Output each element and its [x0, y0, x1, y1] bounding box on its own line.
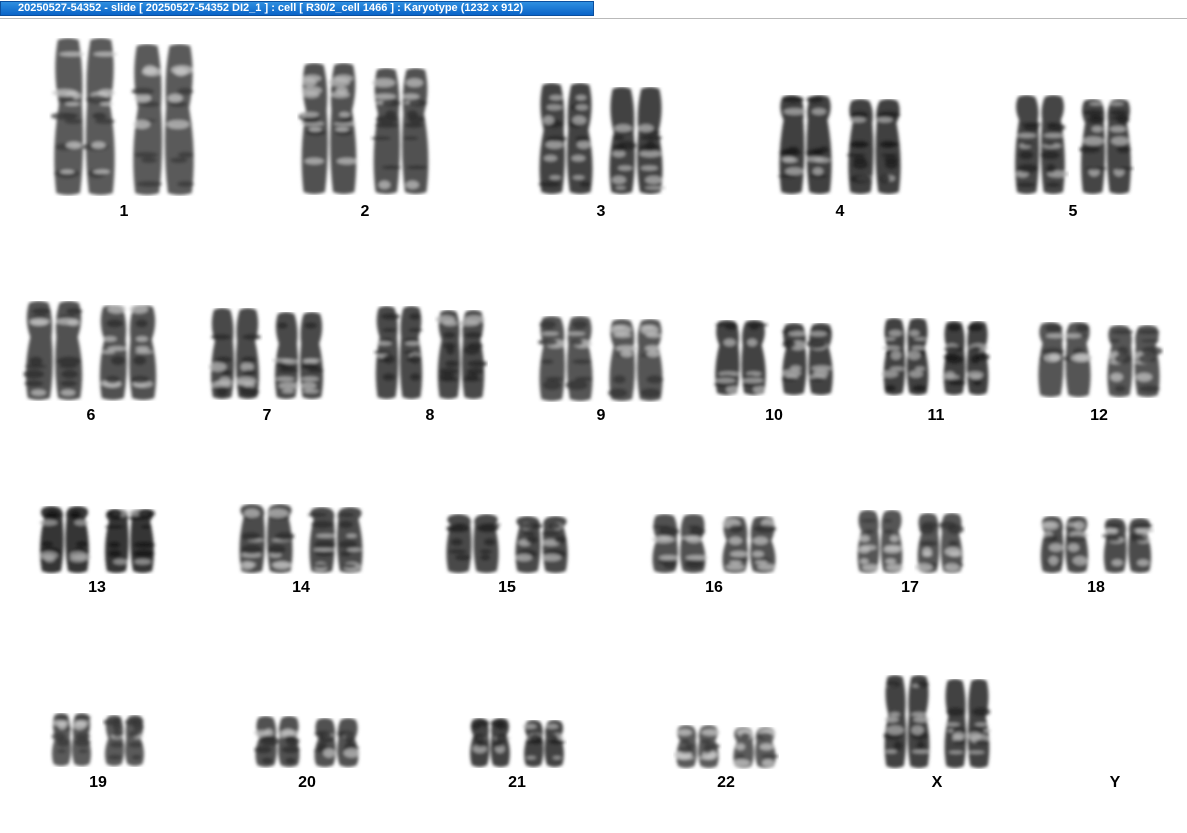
chromosome[interactable]	[511, 516, 572, 579]
chromosome-label: 16	[705, 579, 723, 596]
chromosome[interactable]	[372, 306, 426, 405]
chromosome-pair-21[interactable]: 21	[467, 718, 567, 792]
chromosome[interactable]	[673, 725, 722, 774]
chromosome-label: 6	[86, 407, 96, 424]
chromosome[interactable]	[854, 510, 906, 579]
chromosome[interactable]	[207, 308, 263, 405]
chromosome[interactable]	[101, 508, 158, 579]
chromosome[interactable]	[1103, 325, 1164, 403]
chromosome[interactable]	[914, 513, 966, 579]
chromosome-pair-5[interactable]: 5	[1011, 95, 1135, 221]
chromosome-pair-19[interactable]: 19	[49, 713, 147, 792]
chromosome-label: 3	[596, 203, 606, 220]
chromosome-label: 2	[360, 203, 370, 220]
chromosome-label: 18	[1087, 579, 1105, 596]
chromosome-pair-y[interactable]: Y	[1085, 719, 1145, 792]
chromosome-label: 20	[298, 774, 316, 791]
chromosome-label: 15	[498, 579, 516, 596]
chromosome[interactable]	[605, 319, 667, 407]
chromosome-label: 17	[901, 579, 919, 596]
chromosome[interactable]	[844, 99, 905, 200]
chromosome[interactable]	[1011, 95, 1069, 200]
chromosome-label: 13	[88, 579, 106, 596]
chromosome-label: 22	[717, 774, 735, 791]
chromosome-label: 1	[119, 203, 129, 220]
chromosome-pair-16[interactable]: 16	[648, 514, 780, 597]
chromosome-pair-17[interactable]: 17	[854, 510, 966, 597]
chromosome-label: 7	[262, 407, 272, 424]
chromosome[interactable]	[1037, 516, 1092, 579]
chromosome-label: Y	[1109, 774, 1121, 791]
chromosome[interactable]	[711, 320, 770, 401]
chromosome-pair-15[interactable]: 15	[442, 514, 572, 597]
chromosome[interactable]	[1077, 99, 1135, 200]
window-titlebar: 20250527-54352 - slide [ 20250527-54352 …	[0, 0, 1187, 19]
chromosome[interactable]	[775, 95, 836, 200]
chromosome-pair-11[interactable]: 11	[880, 318, 992, 425]
chromosome[interactable]	[1100, 518, 1155, 579]
chromosome-label: 21	[508, 774, 526, 791]
chromosome-pair-7[interactable]: 7	[207, 308, 327, 425]
chromosome[interactable]	[297, 63, 361, 200]
chromosome-pair-20[interactable]: 20	[252, 716, 362, 792]
chromosome[interactable]	[940, 321, 992, 401]
chromosome-label: 11	[927, 407, 945, 424]
chromosome[interactable]	[730, 727, 779, 774]
chromosome[interactable]	[442, 514, 503, 579]
chromosome[interactable]	[881, 675, 933, 774]
chromosome[interactable]	[271, 312, 327, 405]
chromosome-label: 9	[596, 407, 606, 424]
chromosome-label: 8	[425, 407, 435, 424]
chromosome-pair-1[interactable]: 1	[49, 38, 199, 221]
chromosome-pair-13[interactable]: 13	[36, 506, 158, 597]
chromosome-label: X	[931, 774, 943, 791]
chromosome[interactable]	[235, 504, 297, 579]
chromosome-pair-22[interactable]: 22	[673, 725, 779, 792]
chromosome-pair-12[interactable]: 12	[1034, 322, 1164, 425]
chromosome[interactable]	[128, 44, 199, 201]
chromosome-pair-9[interactable]: 9	[535, 316, 667, 425]
chromosome[interactable]	[535, 316, 597, 407]
chromosome[interactable]	[102, 715, 147, 772]
chromosome[interactable]	[467, 718, 513, 773]
chromosome[interactable]	[648, 514, 710, 579]
chromosome[interactable]	[95, 304, 161, 406]
chromosome[interactable]	[36, 506, 93, 579]
chromosome-label: 5	[1068, 203, 1078, 220]
chromosome-pair-8[interactable]: 8	[372, 306, 488, 425]
chromosome[interactable]	[49, 38, 120, 201]
chromosome[interactable]	[252, 716, 303, 773]
chromosome[interactable]	[778, 323, 837, 401]
chromosome[interactable]	[718, 516, 780, 579]
chromosome-pair-18[interactable]: 18	[1037, 516, 1155, 597]
chromosome[interactable]	[535, 83, 597, 200]
chromosome[interactable]	[521, 720, 567, 773]
window-title[interactable]: 20250527-54352 - slide [ 20250527-54352 …	[0, 1, 594, 16]
chromosome[interactable]	[605, 87, 667, 200]
chromosome[interactable]	[434, 310, 488, 405]
chromosome[interactable]	[21, 301, 87, 406]
karyotype-canvas: 1 2 3 4 5 6 7 8 9 10 11 12 13 14 15 16 17 18 19 20 21 22 X Y	[0, 19, 1187, 833]
chromosome-pair-x[interactable]: X	[881, 675, 993, 792]
chromosome[interactable]	[369, 68, 433, 200]
chromosome-label: 14	[292, 579, 310, 596]
chromosome-pair-4[interactable]: 4	[775, 95, 905, 221]
chromosome-label: 12	[1090, 407, 1108, 424]
chromosome-pair-3[interactable]: 3	[535, 83, 667, 221]
chromosome[interactable]	[1034, 322, 1095, 403]
chromosome[interactable]	[941, 679, 993, 774]
chromosome-pair-14[interactable]: 14	[235, 504, 367, 597]
chromosome-pair-2[interactable]: 2	[297, 63, 433, 221]
chromosome-pair-6[interactable]: 6	[21, 301, 161, 425]
chromosome-label: 4	[835, 203, 845, 220]
chromosome[interactable]	[49, 713, 94, 772]
chromosome[interactable]	[311, 718, 362, 773]
chromosome-label: 10	[765, 407, 783, 424]
chromosome[interactable]	[880, 318, 932, 401]
chromosome-label: 19	[89, 774, 107, 791]
chromosome-pair-10[interactable]: 10	[711, 320, 837, 425]
chromosome[interactable]	[305, 507, 367, 579]
